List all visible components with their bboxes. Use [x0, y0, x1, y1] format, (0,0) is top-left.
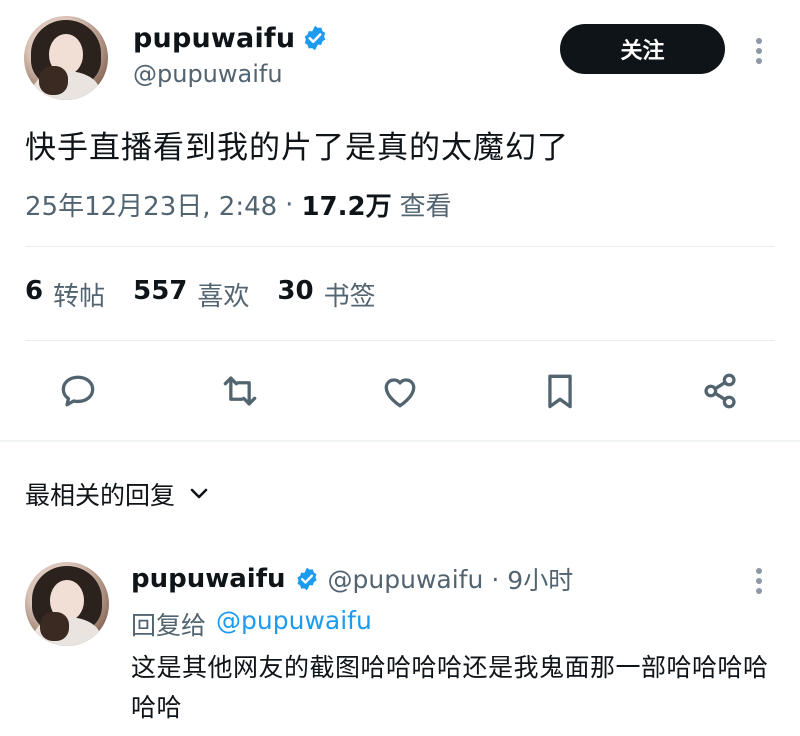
like-icon[interactable]: [378, 369, 422, 413]
author-avatar[interactable]: [24, 16, 108, 100]
stat-retweets-label: 转帖: [53, 282, 106, 312]
tweet-stats: 6 转帖 557 喜欢 30 书签: [25, 276, 376, 313]
stat-retweets-count: 6: [25, 276, 44, 306]
reply-author-name[interactable]: pupuwaifu: [131, 564, 286, 594]
stat-bookmarks[interactable]: 30 书签: [277, 276, 375, 313]
reply-more-options-icon[interactable]: [752, 566, 766, 596]
avatar-dog: [40, 612, 69, 641]
tweet-date[interactable]: 25年12月23日, 2:48: [25, 186, 277, 223]
reply-to-handle-link[interactable]: @pupuwaifu: [216, 606, 372, 642]
share-icon[interactable]: [698, 369, 742, 413]
views-count: 17.2万: [301, 192, 392, 222]
reply-author-handle[interactable]: @pupuwaifu: [328, 565, 484, 594]
follow-button[interactable]: 关注: [560, 24, 725, 74]
stat-likes[interactable]: 557 喜欢: [133, 276, 249, 313]
verified-badge-icon: [297, 567, 317, 591]
tweet-text: 快手直播看到我的片了是真的太魔幻了: [25, 130, 569, 166]
reply-meta-separator: ·: [491, 564, 500, 594]
author-name[interactable]: pupuwaifu: [133, 23, 295, 54]
bookmark-icon[interactable]: [538, 369, 582, 413]
author-handle[interactable]: @pupuwaifu: [133, 60, 283, 88]
avatar-dog: [39, 66, 68, 95]
tweet-meta: 25年12月23日, 2:48 · 17.2万 查看: [25, 186, 452, 223]
more-options-icon[interactable]: [752, 36, 766, 66]
reply-header: pupuwaifu @pupuwaifu · 9小时: [131, 560, 573, 598]
reply-icon[interactable]: [56, 369, 100, 413]
reply-author-avatar[interactable]: [25, 562, 109, 646]
reply-to-prefix: 回复给: [131, 611, 207, 640]
verified-badge-icon: [305, 25, 326, 51]
divider-2: [25, 340, 775, 341]
replies-sort-dropdown[interactable]: 最相关的回复: [25, 476, 209, 512]
stat-likes-count: 557: [133, 276, 188, 306]
chevron-down-icon: [190, 488, 208, 499]
stat-retweets[interactable]: 6 转帖: [25, 276, 105, 313]
divider-1: [25, 246, 775, 247]
stat-bookmarks-label: 书签: [323, 282, 376, 312]
stat-likes-label: 喜欢: [197, 282, 250, 312]
meta-separator: ·: [285, 189, 294, 220]
stat-bookmarks-count: 30: [277, 276, 314, 306]
views-label: 查看: [399, 192, 452, 222]
reply-time[interactable]: 9小时: [507, 561, 573, 597]
reply-to-line: 回复给 @pupuwaifu: [131, 606, 372, 642]
reply-text: 这是其他网友的截图哈哈哈哈还是我鬼面那一部哈哈哈哈哈哈: [131, 653, 769, 722]
author-name-row: pupuwaifu: [133, 18, 329, 58]
replies-sort-label: 最相关的回复: [25, 481, 176, 510]
section-divider: [0, 440, 800, 442]
follow-button-label: 关注: [620, 39, 665, 64]
retweet-icon[interactable]: [218, 369, 262, 413]
